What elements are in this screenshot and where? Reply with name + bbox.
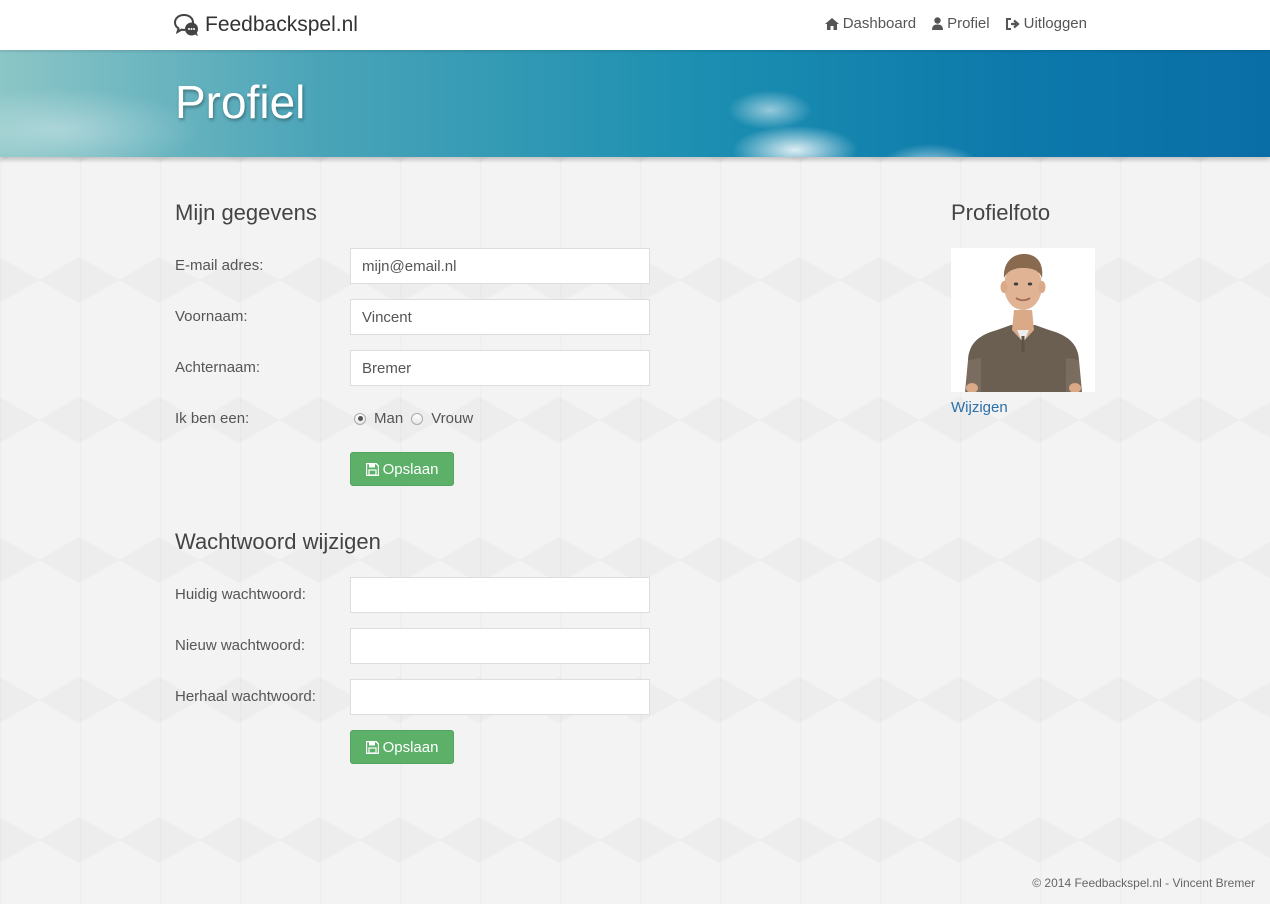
gender-option-vrouw[interactable]: Vrouw — [431, 410, 473, 427]
photo-heading: Profielfoto — [951, 200, 1051, 225]
current-password-label: Huidig wachtwoord: — [175, 586, 306, 603]
email-label: E-mail adres: — [175, 257, 264, 274]
save-details-button[interactable]: Opslaan — [350, 452, 454, 486]
gender-radio-vrouw[interactable] — [411, 412, 424, 425]
floppy-disk-icon — [365, 740, 379, 754]
save-details-label: Opslaan — [382, 460, 439, 478]
gender-radio-man[interactable] — [354, 412, 366, 425]
hero-banner: Profiel — [0, 50, 1270, 157]
gender-label: Ik ben een: — [175, 410, 250, 427]
person-photo-icon — [951, 248, 1095, 392]
nav-profiel-label: Profiel — [947, 15, 990, 32]
lastname-label: Achternaam: — [175, 359, 261, 376]
email-field[interactable] — [350, 248, 650, 284]
navbar: Feedbackspel.nl Dashboard Profiel Uitlog… — [0, 0, 1270, 50]
home-icon — [824, 17, 839, 30]
gender-radio-group: Man Vrouw — [354, 410, 481, 427]
gender-option-man[interactable]: Man — [374, 410, 403, 427]
new-password-label: Nieuw wachtwoord: — [175, 637, 306, 654]
nav-profiel[interactable]: Profiel — [932, 15, 990, 32]
nav-dashboard-label: Dashboard — [842, 15, 917, 32]
page-title: Profiel — [175, 76, 306, 128]
user-icon — [932, 17, 944, 30]
brand-link[interactable]: Feedbackspel.nl — [174, 11, 358, 39]
footer-copyright: © 2014 Feedbackspel.nl - Vincent Bremer — [1032, 876, 1255, 890]
floppy-disk-icon — [365, 462, 379, 476]
chat-bubbles-icon — [174, 13, 198, 36]
current-password-field[interactable] — [350, 577, 650, 613]
repeat-password-label: Herhaal wachtwoord: — [175, 688, 316, 705]
details-heading: Mijn gegevens — [175, 200, 317, 225]
nav-uitloggen[interactable]: Uitloggen — [1005, 15, 1087, 32]
firstname-label: Voornaam: — [175, 308, 248, 325]
lastname-field[interactable] — [350, 350, 650, 386]
repeat-password-field[interactable] — [350, 679, 650, 715]
nav-uitloggen-label: Uitloggen — [1023, 15, 1087, 32]
sign-out-icon — [1005, 17, 1020, 30]
nav-dashboard[interactable]: Dashboard — [824, 15, 917, 32]
password-heading: Wachtwoord wijzigen — [175, 529, 381, 554]
save-password-label: Opslaan — [382, 738, 439, 756]
change-photo-link[interactable]: Wijzigen — [951, 399, 1008, 416]
brand-name: Feedbackspel.nl — [205, 13, 358, 36]
profile-photo — [951, 248, 1095, 392]
firstname-field[interactable] — [350, 299, 650, 335]
main-nav: Dashboard Profiel Uitloggen — [809, 15, 1087, 32]
save-password-button[interactable]: Opslaan — [350, 730, 454, 764]
new-password-field[interactable] — [350, 628, 650, 664]
